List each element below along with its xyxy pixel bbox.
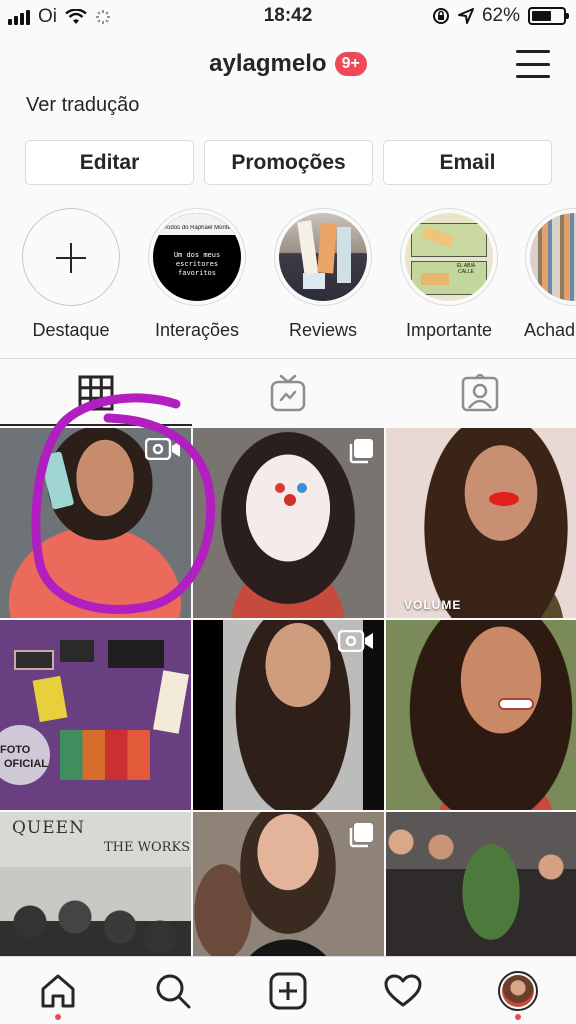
nav-profile[interactable] (488, 961, 548, 1021)
profile-username[interactable]: aylagmelo (209, 50, 326, 78)
post-thumbnail[interactable] (0, 428, 191, 618)
status-right: 62% (432, 5, 569, 27)
status-bar: Oi 18:42 62% (0, 0, 576, 34)
highlight-label: Interações (154, 320, 240, 340)
email-button[interactable]: Email (383, 140, 552, 185)
search-icon (156, 974, 191, 1008)
highlight-label: Reviews (288, 320, 358, 340)
highlight-importante[interactable]: EL ABIA CALLE Importante (389, 208, 509, 341)
highlight-caption-top: Todos do Raphael Montes (164, 225, 234, 231)
profile-tabs (0, 358, 576, 426)
highlight-cover (279, 213, 367, 301)
igtv-icon (270, 374, 306, 411)
highlight-achados[interactable]: Achad (515, 208, 576, 341)
grid-icon (78, 375, 114, 410)
story-highlights: Destaque Todos do Raphael Montes Um dos … (0, 208, 576, 348)
post-image (386, 620, 576, 810)
post-thumbnail[interactable]: VOLUME (386, 428, 576, 618)
rotation-lock-icon (432, 8, 449, 24)
nav-search[interactable] (143, 961, 203, 1021)
highlight-reviews[interactable]: Reviews (263, 208, 383, 341)
home-notification-dot (54, 1013, 61, 1020)
battery-percent: 62% (481, 5, 520, 26)
video-icon (145, 438, 180, 460)
nav-home[interactable] (28, 961, 88, 1021)
profile-header: aylagmelo 9+ (0, 40, 576, 92)
multiple-photos-icon (349, 439, 373, 464)
post-grid: VOLUME FOTO OFICIAL QUEEN THE WORKS (0, 428, 576, 1002)
menu-icon[interactable] (516, 50, 550, 78)
video-icon (338, 630, 373, 652)
post-caption-text: VOLUME (404, 598, 462, 612)
highlight-comic-text: EL ABIA CALLE (456, 263, 476, 275)
post-caption-line2: OFICIAL (4, 758, 48, 770)
post-image (386, 428, 576, 618)
highlight-label: Achad (524, 320, 576, 340)
post-thumbnail[interactable] (193, 428, 384, 618)
highlight-cover: EL ABIA CALLE (405, 213, 493, 301)
notification-badge: 9+ (334, 52, 367, 76)
multiple-photos-icon (349, 823, 373, 848)
post-caption-line1: FOTO (0, 744, 31, 756)
home-icon (41, 974, 75, 1007)
post-thumbnail[interactable] (193, 620, 384, 810)
promotions-button[interactable]: Promoções (204, 140, 373, 185)
location-icon (457, 8, 474, 24)
post-thumbnail[interactable] (386, 620, 576, 810)
highlight-label: Importante (405, 320, 493, 340)
translate-link[interactable]: Ver tradução (26, 94, 139, 117)
profile-notification-dot (515, 1013, 522, 1020)
post-caption-line1: QUEEN (12, 818, 85, 838)
bottom-navigation (0, 956, 576, 1024)
add-highlight-icon[interactable] (22, 208, 120, 306)
tagged-icon (461, 373, 499, 411)
battery-icon (528, 7, 569, 25)
new-post-icon (269, 972, 307, 1009)
nav-activity[interactable] (373, 961, 433, 1021)
highlight-cover: Todos do Raphael Montes Um dos meus escr… (153, 213, 241, 301)
highlight-caption: Um dos meus escritores favoritos (173, 251, 221, 277)
highlight-new[interactable]: Destaque (11, 208, 131, 341)
edit-profile-button[interactable]: Editar (25, 140, 194, 185)
highlight-cover (530, 213, 576, 301)
post-thumbnail[interactable]: FOTO OFICIAL (0, 620, 191, 810)
post-caption-line2: THE WORKS (104, 840, 191, 855)
tab-igtv[interactable] (192, 359, 384, 426)
highlight-interacoes[interactable]: Todos do Raphael Montes Um dos meus escr… (137, 208, 257, 341)
highlight-label: Destaque (32, 320, 110, 340)
tab-grid[interactable] (0, 359, 192, 426)
username-switcher[interactable]: aylagmelo 9+ (0, 50, 576, 78)
nav-new-post[interactable] (258, 961, 318, 1021)
profile-actions: Editar Promoções Email (25, 140, 552, 185)
profile-avatar (498, 970, 539, 1011)
tab-tagged[interactable] (384, 359, 576, 426)
heart-icon (384, 974, 422, 1006)
